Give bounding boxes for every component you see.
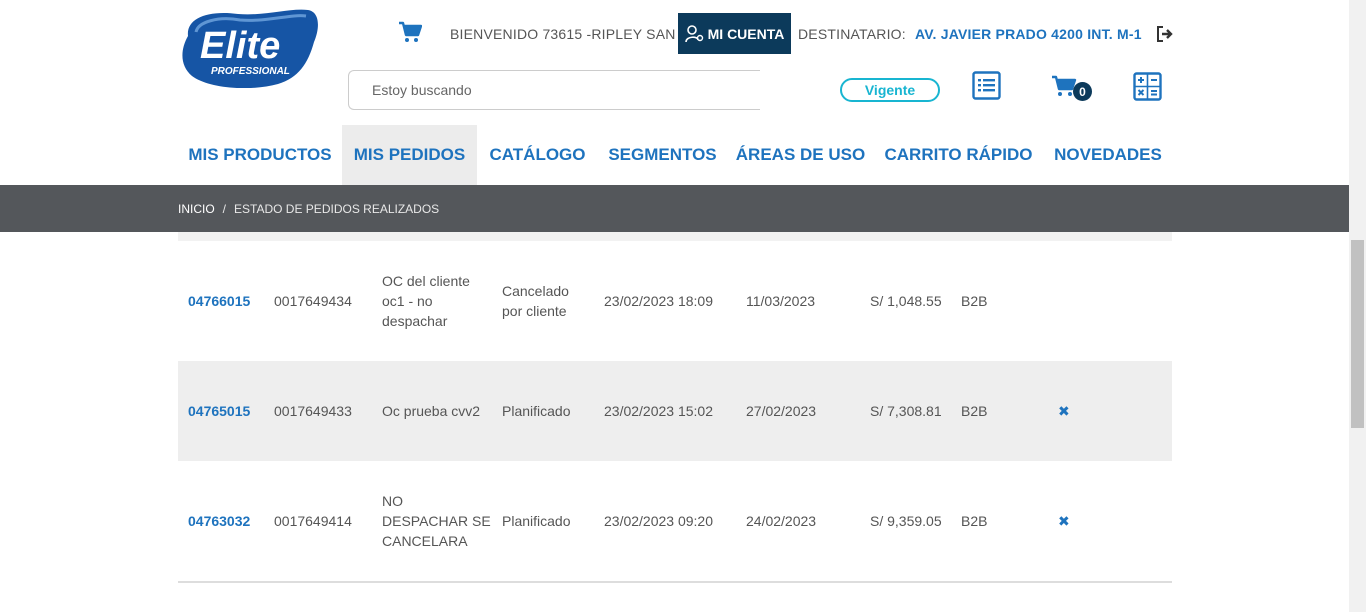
nav-item-areas-de-uso[interactable]: ÁREAS DE USO (727, 125, 874, 185)
order-date: 23/02/2023 18:09 (604, 293, 713, 309)
order-total: S/ 7,308.81 (870, 403, 942, 419)
order-channel: B2B (961, 403, 988, 419)
table-row: 04763032 0017649414 NO DESPACHAR SE CANC… (178, 461, 1172, 581)
order-reference: 0017649414 (274, 513, 352, 529)
nav-item-mis-pedidos[interactable]: MIS PEDIDOS (342, 125, 477, 185)
breadcrumb-current: ESTADO DE PEDIDOS REALIZADOS (234, 202, 440, 216)
order-reference: 0017649433 (274, 403, 352, 419)
destination-value[interactable]: AV. JAVIER PRADO 4200 INT. M-1 (915, 26, 1142, 42)
cart-icon[interactable] (398, 20, 422, 44)
order-number-link[interactable]: 04763032 (188, 461, 268, 581)
order-number-link[interactable]: 04766015 (188, 241, 268, 361)
client-po: OC del cliente oc1 - no despachar (382, 273, 470, 329)
nav-item-catalogo[interactable]: CATÁLOGO (477, 125, 598, 185)
destination-label: DESTINATARIO: (798, 26, 906, 42)
svg-text:Elite: Elite (200, 25, 280, 67)
order-channel: B2B (961, 513, 988, 529)
order-reference: 0017649434 (274, 293, 352, 309)
my-account-button[interactable]: MI CUENTA (678, 13, 791, 54)
client-po: NO DESPACHAR SE CANCELARA (382, 493, 491, 549)
order-status: Cancelado por cliente (502, 283, 569, 319)
status-badge: Vigente (840, 78, 940, 102)
breadcrumb: INICIO / ESTADO DE PEDIDOS REALIZADOS (178, 202, 439, 216)
order-date: 23/02/2023 09:20 (604, 513, 713, 529)
table-divider (178, 581, 1172, 583)
delivery-date: 24/02/2023 (746, 513, 817, 529)
user-key-icon (684, 24, 703, 42)
order-total: S/ 9,359.05 (870, 513, 942, 529)
order-channel: B2B (961, 293, 988, 309)
order-status: Planificado (502, 403, 571, 419)
cart-count-badge: 0 (1073, 82, 1092, 101)
table-row-partial (178, 232, 1172, 241)
list-icon[interactable] (972, 71, 1001, 100)
nav-item-segmentos[interactable]: SEGMENTOS (598, 125, 727, 185)
elite-professional-logo[interactable]: Elite PROFESSIONAL (178, 6, 320, 88)
order-status: Planificado (502, 513, 571, 529)
order-date: 23/02/2023 15:02 (604, 403, 713, 419)
main-nav: MIS PRODUCTOS MIS PEDIDOS CATÁLOGO SEGME… (178, 125, 1173, 185)
calculator-icon[interactable] (1133, 72, 1162, 101)
svg-text:PROFESSIONAL: PROFESSIONAL (211, 66, 290, 77)
cancel-order-icon[interactable]: ✖ (1058, 461, 1078, 581)
my-account-label: MI CUENTA (707, 25, 785, 42)
order-number-link[interactable]: 04765015 (188, 361, 268, 461)
delivery-date: 27/02/2023 (746, 403, 817, 419)
delivery-date: 11/03/2023 (746, 293, 816, 309)
table-row: 04766015 0017649434 OC del cliente oc1 -… (178, 241, 1172, 361)
search-input[interactable] (348, 70, 760, 110)
cancel-order-icon[interactable]: ✖ (1058, 361, 1078, 461)
table-row: 04765015 0017649433 Oc prueba cvv2 Plani… (178, 361, 1172, 461)
order-total: S/ 1,048.55 (870, 293, 942, 309)
nav-item-novedades[interactable]: NOVEDADES (1043, 125, 1173, 185)
nav-item-carrito-rapido[interactable]: CARRITO RÁPIDO (874, 125, 1043, 185)
breadcrumb-home[interactable]: INICIO (178, 202, 215, 216)
scrollbar-thumb[interactable] (1351, 240, 1364, 428)
breadcrumb-separator: / (222, 202, 227, 216)
nav-item-mis-productos[interactable]: MIS PRODUCTOS (178, 125, 342, 185)
welcome-text: BIENVENIDO 73615 -RIPLEY SAN (450, 26, 676, 42)
logout-icon[interactable] (1156, 25, 1174, 43)
client-po: Oc prueba cvv2 (382, 403, 481, 419)
